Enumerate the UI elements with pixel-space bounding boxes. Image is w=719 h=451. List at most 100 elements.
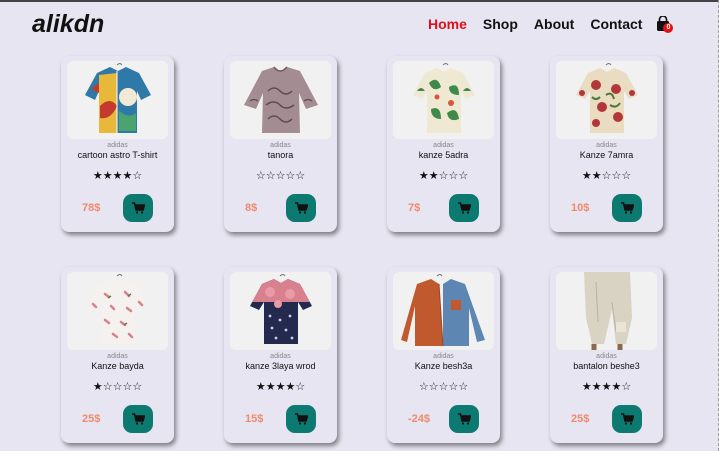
product-brand: adidas — [596, 142, 617, 149]
star-icon: ☆ — [448, 169, 459, 182]
star-icon: ☆ — [418, 380, 429, 393]
cart-icon — [131, 413, 145, 425]
star-icon: ★ — [611, 380, 622, 393]
shopping-bag-button[interactable]: 0 — [656, 16, 674, 33]
product-name: kanze 3laya wrod — [245, 361, 316, 371]
cart-icon — [457, 413, 471, 425]
cart-icon — [131, 202, 145, 214]
nav-about[interactable]: About — [534, 16, 574, 32]
product-price: -24$ — [408, 413, 431, 425]
product-image[interactable] — [67, 61, 168, 139]
star-icon: ☆ — [132, 169, 143, 182]
add-to-cart-button[interactable] — [449, 405, 479, 433]
product-image[interactable] — [556, 272, 657, 350]
cart-icon — [294, 413, 308, 425]
star-icon: ☆ — [448, 380, 459, 393]
star-icon: ★ — [275, 380, 286, 393]
star-icon: ★ — [122, 169, 133, 182]
star-icon: ☆ — [621, 380, 632, 393]
star-icon: ★ — [591, 169, 602, 182]
product-brand: adidas — [433, 353, 454, 360]
star-icon: ★ — [265, 380, 276, 393]
add-to-cart-button[interactable] — [123, 194, 153, 222]
product-price: 15$ — [245, 413, 264, 425]
star-icon: ☆ — [122, 380, 133, 393]
main-nav: Home Shop About Contact 0 — [428, 16, 674, 33]
rating-stars: ☆☆☆☆☆ — [224, 169, 337, 182]
product-price: 25$ — [571, 413, 590, 425]
product-brand: adidas — [433, 142, 454, 149]
star-icon: ☆ — [601, 169, 612, 182]
rating-stars: ★★☆☆☆ — [387, 169, 500, 182]
star-icon: ★ — [428, 169, 439, 182]
product-image[interactable] — [556, 61, 657, 139]
star-icon: ★ — [418, 169, 429, 182]
star-icon: ★ — [92, 169, 103, 182]
logo[interactable]: alikdn — [32, 10, 104, 39]
nav-home[interactable]: Home — [428, 16, 467, 32]
product-image[interactable] — [230, 272, 331, 350]
product-card[interactable]: adidas Kanze bayda ★☆☆☆☆ 25$ — [61, 267, 174, 443]
star-icon: ☆ — [438, 169, 449, 182]
add-to-cart-button[interactable] — [449, 194, 479, 222]
product-card[interactable]: adidas Kanze 7amra ★★☆☆☆ 10$ — [550, 56, 663, 232]
product-price: 78$ — [82, 202, 101, 214]
product-name: cartoon astro T-shirt — [77, 150, 158, 160]
add-to-cart-button[interactable] — [123, 405, 153, 433]
star-icon: ★ — [591, 380, 602, 393]
star-icon: ★ — [92, 380, 103, 393]
add-to-cart-button[interactable] — [286, 405, 316, 433]
product-name: kanze 5adra — [418, 150, 469, 160]
add-to-cart-button[interactable] — [612, 405, 642, 433]
product-image[interactable] — [67, 272, 168, 350]
product-brand: adidas — [596, 353, 617, 360]
star-icon: ☆ — [611, 169, 622, 182]
product-image[interactable] — [393, 272, 494, 350]
rating-stars: ★★★★☆ — [61, 169, 174, 182]
cart-icon — [620, 202, 634, 214]
add-to-cart-button[interactable] — [612, 194, 642, 222]
star-icon: ☆ — [275, 169, 286, 182]
star-icon: ☆ — [265, 169, 276, 182]
star-icon: ★ — [112, 169, 123, 182]
star-icon: ☆ — [285, 169, 296, 182]
star-icon: ☆ — [102, 380, 113, 393]
product-price: 8$ — [245, 202, 258, 214]
product-card[interactable]: adidas tanora ☆☆☆☆☆ 8$ — [224, 56, 337, 232]
product-name: Kanze besh3a — [414, 361, 473, 371]
product-brand: adidas — [107, 142, 128, 149]
star-icon: ★ — [581, 169, 592, 182]
star-icon: ☆ — [458, 380, 469, 393]
star-icon: ☆ — [428, 380, 439, 393]
product-card[interactable]: adidas cartoon astro T-shirt ★★★★☆ 78$ — [61, 56, 174, 232]
add-to-cart-button[interactable] — [286, 194, 316, 222]
star-icon: ★ — [285, 380, 296, 393]
product-card[interactable]: adidas Kanze besh3a ☆☆☆☆☆ -24$ — [387, 267, 500, 443]
star-icon: ★ — [601, 380, 612, 393]
product-brand: adidas — [270, 353, 291, 360]
product-price: 25$ — [82, 413, 101, 425]
product-name: Kanze bayda — [91, 361, 144, 371]
nav-shop[interactable]: Shop — [483, 16, 518, 32]
star-icon: ☆ — [255, 169, 266, 182]
product-card[interactable]: adidas bantalon beshe3 ★★★★☆ 25$ — [550, 267, 663, 443]
product-image[interactable] — [393, 61, 494, 139]
rating-stars: ★★★★☆ — [224, 380, 337, 393]
product-card[interactable]: adidas kanze 5adra ★★☆☆☆ 7$ — [387, 56, 500, 232]
rating-stars: ☆☆☆☆☆ — [387, 380, 500, 393]
cart-count-badge: 0 — [663, 23, 674, 33]
header: alikdn Home Shop About Contact 0 — [0, 2, 719, 46]
product-name: bantalon beshe3 — [573, 361, 640, 371]
star-icon: ☆ — [112, 380, 123, 393]
star-icon: ☆ — [458, 169, 469, 182]
rating-stars: ★★★★☆ — [550, 380, 663, 393]
star-icon: ☆ — [438, 380, 449, 393]
product-name: tanora — [267, 150, 294, 160]
product-card[interactable]: adidas kanze 3laya wrod ★★★★☆ 15$ — [224, 267, 337, 443]
nav-contact[interactable]: Contact — [590, 16, 642, 32]
product-brand: adidas — [107, 353, 128, 360]
star-icon: ★ — [255, 380, 266, 393]
product-image[interactable] — [230, 61, 331, 139]
rating-stars: ★★☆☆☆ — [550, 169, 663, 182]
star-icon: ★ — [581, 380, 592, 393]
